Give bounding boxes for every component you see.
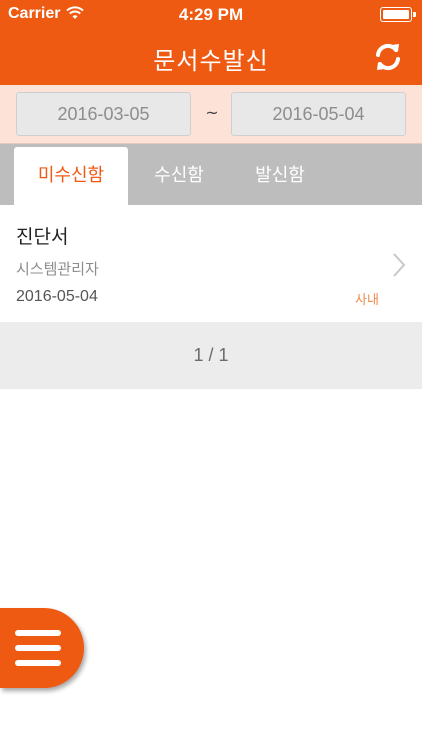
tab-unreceived[interactable]: 미수신함 xyxy=(14,147,128,205)
date-range-filter: 2016-03-05 ~ 2016-05-04 xyxy=(0,85,422,144)
tab-inbox[interactable]: 수신함 xyxy=(128,147,230,205)
refresh-icon[interactable] xyxy=(370,39,406,75)
date-range-separator: ~ xyxy=(205,103,219,122)
tab-outbox[interactable]: 발신함 xyxy=(230,147,330,205)
start-date-field[interactable]: 2016-03-05 xyxy=(16,92,191,136)
item-category-badge: 사내 xyxy=(355,293,379,308)
list-item[interactable]: 진단서 시스템관리자 2016-05-04 사내 xyxy=(0,205,422,322)
chevron-right-icon xyxy=(393,253,406,277)
end-date-field[interactable]: 2016-05-04 xyxy=(231,92,406,136)
battery-icon xyxy=(380,7,416,22)
status-bar: Carrier 4:29 PM xyxy=(0,0,422,28)
item-sender: 시스템관리자 xyxy=(16,260,99,278)
tab-bar: 미수신함 수신함 발신함 xyxy=(0,144,422,205)
item-title: 진단서 xyxy=(16,226,69,248)
menu-button[interactable] xyxy=(0,608,84,688)
navigation-bar: 문서수발신 xyxy=(0,28,422,85)
status-time: 4:29 PM xyxy=(178,5,244,24)
pagination-indicator: 1 / 1 xyxy=(0,322,422,389)
hamburger-menu-icon xyxy=(15,630,61,666)
page-title: 문서수발신 xyxy=(153,47,269,75)
item-date: 2016-05-04 xyxy=(16,288,98,305)
